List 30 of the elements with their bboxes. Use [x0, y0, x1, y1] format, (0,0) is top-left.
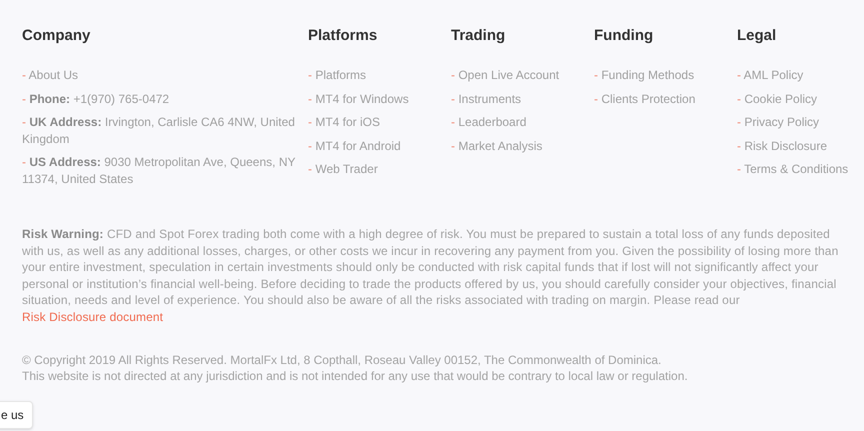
footer-link[interactable]: - Terms & Conditions: [737, 161, 848, 178]
footer-link[interactable]: - Privacy Policy: [737, 114, 820, 130]
footer-link[interactable]: - Funding Methods: [594, 67, 694, 84]
footer-link[interactable]: - Market Analysis: [451, 138, 542, 154]
column-heading: Platforms: [308, 26, 378, 46]
footer-link[interactable]: - AML Policy: [737, 67, 804, 84]
footer-link[interactable]: - Cookie Policy: [737, 90, 818, 107]
footer-link[interactable]: - MT4 for iOS: [308, 114, 380, 130]
footer-link[interactable]: - US Address: 9030 Metropolitan Ave, Queens, NY 11374, United States: [22, 154, 302, 187]
column-heading: Company: [22, 26, 92, 46]
column-heading: Trading: [451, 26, 506, 46]
footer-link[interactable]: - Open Live Account: [451, 67, 560, 84]
footer-link[interactable]: - Clients Protection: [594, 90, 696, 107]
footer-link[interactable]: - Web Trader: [308, 161, 378, 178]
footer-link[interactable]: - MT4 for Windows: [308, 90, 409, 107]
column-heading: Funding: [594, 26, 654, 46]
copyright-text: This website is not directed at any jurisdiction and is not intended for any use that would be contrary to local law or regulation.: [22, 368, 689, 384]
footer-link[interactable]: - Instruments: [451, 90, 522, 107]
column-heading: Legal: [737, 26, 778, 46]
footer-link[interactable]: - About Us: [22, 67, 78, 84]
floating-button[interactable]: e us: [0, 401, 33, 429]
footer-link[interactable]: - UK Address: Irvington, Carlisle CA6 4NW, United Kingdom: [22, 114, 302, 147]
copyright-text: © Copyright 2019 All Rights Reserved. MortalFx Ltd, 8 Copthall, Roseau Valley 00152, The Commonwealth of Dominica.: [22, 352, 662, 368]
footer-link[interactable]: - MT4 for Android: [308, 138, 401, 154]
risk-warning: Risk Warning: CFD and Spot Forex trading both come with a high degree of risk. You must be prepared to sustain a total loss of any funds deposited with us, as well as any additional losses, charges, or other costs we incur in recovering any payment from you. Given the possibility of losing more than your entire investment, speculation in certain investments should only be conducted with risk capital funds that if lost will not significantly affect your personal or institution’s financial well-being. Before deciding to trade the products offered by us, you should carefully consider your objectives, financial situation, needs and level of experience. You should also be aware of all the risks associated with trading on margin. Please read our Risk Disclosure document: [22, 226, 840, 326]
footer-link[interactable]: - Leaderboard: [451, 114, 526, 130]
risk-disclosure-link[interactable]: Risk Disclosure document: [22, 310, 164, 324]
footer-link[interactable]: - Phone: +1(970) 765-0472: [22, 90, 170, 107]
footer-link[interactable]: - Risk Disclosure: [737, 138, 828, 154]
footer-link[interactable]: - Platforms: [308, 67, 366, 84]
